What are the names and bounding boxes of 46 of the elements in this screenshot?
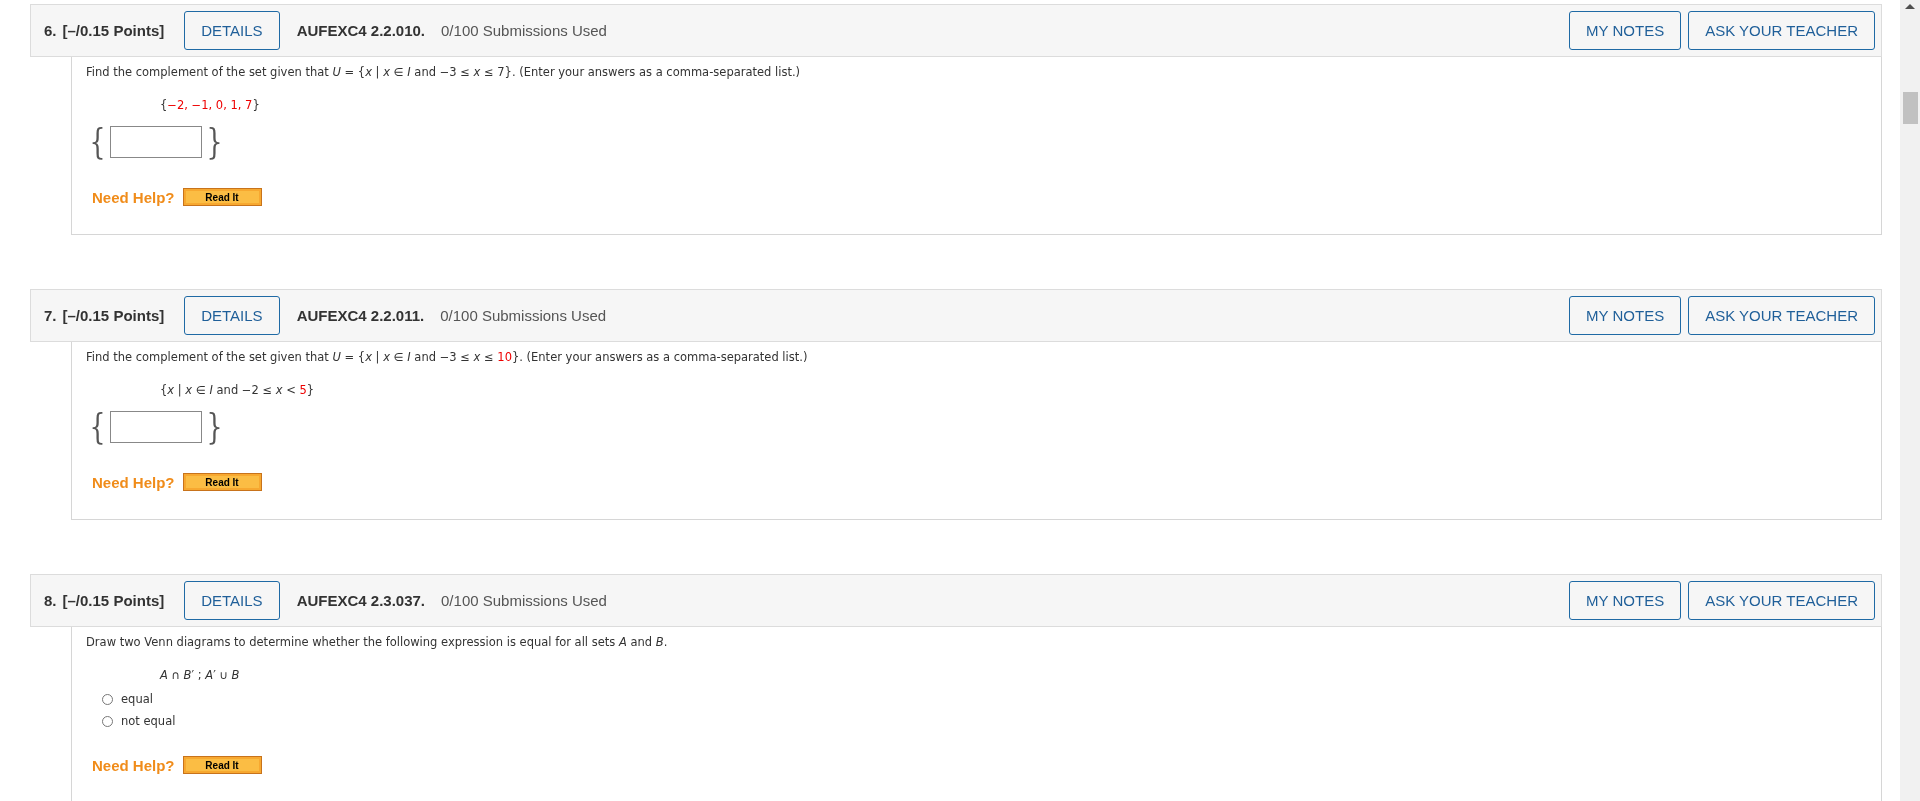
my-notes-button[interactable]: MY NOTES	[1569, 11, 1682, 50]
brace: }	[206, 124, 223, 160]
read-it-button[interactable]: Read It	[182, 188, 262, 206]
scrollbar-thumb[interactable]	[1903, 92, 1918, 124]
ask-teacher-button[interactable]: ASK YOUR TEACHER	[1688, 581, 1875, 620]
need-help-label: Need Help?	[92, 473, 175, 491]
brace: }	[206, 409, 223, 445]
details-button[interactable]: DETAILS	[184, 581, 280, 620]
ask-teacher-button[interactable]: ASK YOUR TEACHER	[1688, 296, 1875, 335]
option-label[interactable]: not equal	[121, 714, 176, 728]
read-it-button[interactable]: Read It	[182, 473, 262, 491]
scroll-up-icon[interactable]	[1905, 4, 1915, 9]
submissions-text: 0/100 Submissions Used	[441, 592, 607, 609]
answer-field[interactable]	[109, 411, 202, 443]
my-notes-button[interactable]: MY NOTES	[1569, 581, 1682, 620]
answer-field[interactable]	[109, 126, 202, 158]
brace: {	[89, 124, 106, 160]
radio-button[interactable]	[102, 715, 113, 727]
scrollbar[interactable]	[1900, 0, 1920, 801]
question-code: AUFEXC4 2.3.037.	[296, 592, 426, 609]
need-help-label: Need Help?	[92, 756, 175, 774]
question-points: [–/0.15 Points]	[62, 22, 165, 39]
question-number: 6.	[44, 22, 57, 39]
submissions-text: 0/100 Submissions Used	[441, 22, 607, 39]
question-prompt: Find the complement of the set given that U = {x | x ∈ I and −3 ≤ x ≤ 10}. (Enter your answers as a comma-separated list.)	[86, 350, 809, 365]
question-code: AUFEXC4 2.2.011.	[296, 307, 425, 324]
need-help-label: Need Help?	[92, 188, 175, 206]
question-prompt: Find the complement of the set given that U = {x | x ∈ I and −3 ≤ x ≤ 7}. (Enter your answers as a comma-separated list.)	[86, 65, 802, 80]
question-number: 8.	[44, 592, 57, 609]
question-prompt: Draw two Venn diagrams to determine whether the following expression is equal for all sets A and B.	[86, 635, 669, 650]
given-expression: {x | x ∈ I and −2 ≤ x < 5}	[160, 383, 316, 397]
question-code: AUFEXC4 2.2.010.	[296, 22, 426, 39]
given-expression: {−2, −1, 0, 1, 7}	[160, 98, 261, 112]
details-button[interactable]: DETAILS	[184, 11, 280, 50]
details-button[interactable]: DETAILS	[184, 296, 280, 335]
brace: {	[89, 409, 106, 445]
my-notes-button[interactable]: MY NOTES	[1569, 296, 1682, 335]
option-label[interactable]: equal	[121, 692, 153, 706]
given-expression: A ∩ B′ ; A′ ∪ B	[160, 668, 241, 682]
read-it-button[interactable]: Read It	[182, 756, 262, 774]
question-number: 7.	[44, 307, 57, 324]
question-points: [–/0.15 Points]	[62, 307, 165, 324]
radio-button[interactable]	[102, 693, 113, 705]
ask-teacher-button[interactable]: ASK YOUR TEACHER	[1688, 11, 1875, 50]
submissions-text: 0/100 Submissions Used	[440, 307, 607, 324]
question-points: [–/0.15 Points]	[62, 592, 165, 609]
